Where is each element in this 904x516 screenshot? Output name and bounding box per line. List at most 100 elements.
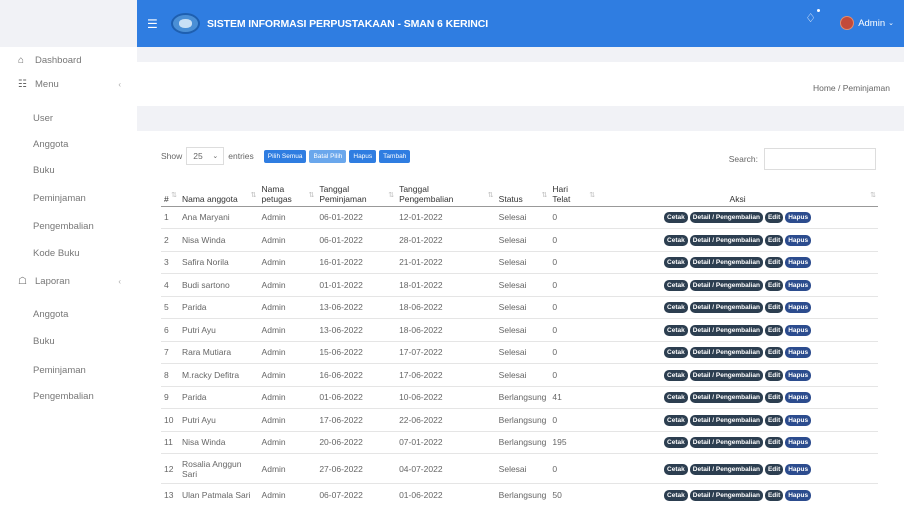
sidebar-item-peminjaman[interactable]: Peminjaman xyxy=(0,357,137,383)
hapus-row-button[interactable]: Hapus xyxy=(785,414,812,426)
sidebar-item-user[interactable]: User xyxy=(0,105,137,131)
sort-icon: ⇅ xyxy=(487,191,494,199)
edit-button[interactable]: Edit xyxy=(764,279,784,291)
edit-button[interactable]: Edit xyxy=(764,437,784,449)
hapus-row-button[interactable]: Hapus xyxy=(785,257,812,269)
edit-button[interactable]: Edit xyxy=(764,257,784,269)
detail-pengembalian-button[interactable]: Detail / Pengembalian xyxy=(689,347,763,359)
batal-pilih-button[interactable]: Batal Pilih xyxy=(309,149,347,163)
detail-pengembalian-button[interactable]: Detail / Pengembalian xyxy=(689,392,763,404)
cetak-button[interactable]: Cetak xyxy=(664,302,688,314)
column-header[interactable]: Tanggal Pengembalian ⇅ xyxy=(396,176,496,207)
pilih-semua-button[interactable]: Pilih Semua xyxy=(263,149,307,163)
user-menu[interactable]: Admin ⌄ xyxy=(840,16,894,30)
edit-button[interactable]: Edit xyxy=(764,392,784,404)
column-header[interactable]: Hari Telat ⇅ xyxy=(549,176,598,207)
cetak-button[interactable]: Cetak xyxy=(664,234,688,246)
table-row: 12 Rosalia Anggun Sari Admin 27-06-2022 04-0… xyxy=(161,453,878,484)
hapus-row-button[interactable]: Hapus xyxy=(785,212,812,224)
sidebar-item-pengembalian[interactable]: Pengembalian xyxy=(0,383,137,409)
cetak-button[interactable]: Cetak xyxy=(664,490,688,501)
edit-button[interactable]: Edit xyxy=(764,369,784,381)
detail-pengembalian-button[interactable]: Detail / Pengembalian xyxy=(689,212,763,224)
column-header[interactable]: Nama petugas ⇅ xyxy=(258,176,317,207)
hapus-row-button[interactable]: Hapus xyxy=(785,463,812,475)
cetak-button[interactable]: Cetak xyxy=(664,414,688,426)
hapus-button[interactable]: Hapus xyxy=(349,149,377,163)
hapus-row-button[interactable]: Hapus xyxy=(785,392,812,404)
edit-button[interactable]: Edit xyxy=(764,212,784,224)
sidebar-item-dashboard[interactable]: ⌂ Dashboard xyxy=(0,47,137,73)
sidebar-item-laporan[interactable]: ☖ Laporan ‹ xyxy=(0,268,137,294)
column-header[interactable]: Status ⇅ xyxy=(495,176,550,207)
sidebar-item-pengembalian[interactable]: Pengembalian xyxy=(0,213,137,239)
sidebar-item-peminjaman[interactable]: Peminjaman xyxy=(0,185,137,211)
detail-pengembalian-button[interactable]: Detail / Pengembalian xyxy=(689,257,763,269)
hapus-row-button[interactable]: Hapus xyxy=(785,437,812,449)
sidebar-item-buku[interactable]: Buku xyxy=(0,157,137,183)
edit-button[interactable]: Edit xyxy=(764,463,784,475)
detail-pengembalian-button[interactable]: Detail / Pengembalian xyxy=(689,279,763,291)
table-cell: Admin xyxy=(258,408,317,431)
tambah-button[interactable]: Tambah xyxy=(379,149,411,163)
search-box: Search: xyxy=(729,148,876,170)
edit-button[interactable]: Edit xyxy=(764,234,784,246)
table-cell: Rosalia Anggun Sari xyxy=(178,453,259,484)
hapus-row-button[interactable]: Hapus xyxy=(785,279,812,291)
hapus-row-button[interactable]: Hapus xyxy=(785,490,812,501)
detail-pengembalian-button[interactable]: Detail / Pengembalian xyxy=(689,414,763,426)
table-cell: 9 xyxy=(161,385,179,409)
hapus-row-button[interactable]: Hapus xyxy=(785,234,812,246)
cetak-button[interactable]: Cetak xyxy=(664,212,688,224)
entries-select[interactable]: 25 ⌄ xyxy=(186,147,225,165)
table-cell: 10 xyxy=(161,408,179,431)
sidebar-item-label: Pengembalian xyxy=(33,220,94,232)
table-cell: Admin xyxy=(258,385,317,409)
detail-pengembalian-button[interactable]: Detail / Pengembalian xyxy=(689,369,763,381)
column-header-label: Aksi xyxy=(729,193,746,204)
column-header[interactable]: Tanggal Peminjaman ⇅ xyxy=(316,176,397,207)
edit-button[interactable]: Edit xyxy=(764,490,784,501)
hamburger-icon[interactable]: ☰ xyxy=(147,17,161,31)
sidebar-item-anggota[interactable]: Anggota xyxy=(0,301,137,327)
detail-pengembalian-button[interactable]: Detail / Pengembalian xyxy=(689,463,763,475)
sidebar-item-kode-buku[interactable]: Kode Buku xyxy=(0,240,137,266)
table-cell: 20-06-2022 xyxy=(316,430,397,454)
hapus-row-button[interactable]: Hapus xyxy=(785,302,812,314)
hapus-row-button[interactable]: Hapus xyxy=(785,369,812,381)
edit-button[interactable]: Edit xyxy=(764,324,784,336)
sidebar-item-label: User xyxy=(33,112,54,124)
sidebar-item-buku[interactable]: Buku xyxy=(0,328,137,354)
detail-pengembalian-button[interactable]: Detail / Pengembalian xyxy=(689,437,763,449)
cetak-button[interactable]: Cetak xyxy=(664,463,688,475)
cetak-button[interactable]: Cetak xyxy=(664,347,688,359)
edit-button[interactable]: Edit xyxy=(764,414,784,426)
cetak-button[interactable]: Cetak xyxy=(664,369,688,381)
table-cell: Admin xyxy=(258,453,317,484)
sidebar-item-menu[interactable]: ☷ Menu ‹ xyxy=(0,71,137,97)
edit-button[interactable]: Edit xyxy=(764,347,784,359)
sidebar-item-label: Pengembalian xyxy=(33,390,94,402)
column-header[interactable]: Nama anggota ⇅ xyxy=(178,176,259,207)
sidebar-item-anggota[interactable]: Anggota xyxy=(0,131,137,157)
action-cell: Cetak Detail / Pengembalian Edit Hapus xyxy=(597,295,878,319)
hapus-row-button[interactable]: Hapus xyxy=(785,347,812,359)
bell-icon[interactable]: ♢ xyxy=(805,11,816,25)
column-header[interactable]: Aksi ⇅ xyxy=(597,176,878,207)
cetak-button[interactable]: Cetak xyxy=(664,257,688,269)
cetak-button[interactable]: Cetak xyxy=(664,437,688,449)
cetak-button[interactable]: Cetak xyxy=(664,324,688,336)
detail-pengembalian-button[interactable]: Detail / Pengembalian xyxy=(689,324,763,336)
sort-icon: ⇅ xyxy=(589,191,596,199)
search-input[interactable] xyxy=(764,148,876,170)
detail-pengembalian-button[interactable]: Detail / Pengembalian xyxy=(689,234,763,246)
cetak-button[interactable]: Cetak xyxy=(664,279,688,291)
table-cell: Admin xyxy=(258,228,317,251)
hapus-row-button[interactable]: Hapus xyxy=(785,324,812,336)
cetak-button[interactable]: Cetak xyxy=(664,392,688,404)
edit-button[interactable]: Edit xyxy=(764,302,784,314)
column-header[interactable]: # ⇅ xyxy=(161,176,179,207)
table-controls: Show 25 ⌄ entries Pilih Semua Batal Pili… xyxy=(161,147,413,165)
detail-pengembalian-button[interactable]: Detail / Pengembalian xyxy=(689,490,763,501)
detail-pengembalian-button[interactable]: Detail / Pengembalian xyxy=(689,302,763,314)
